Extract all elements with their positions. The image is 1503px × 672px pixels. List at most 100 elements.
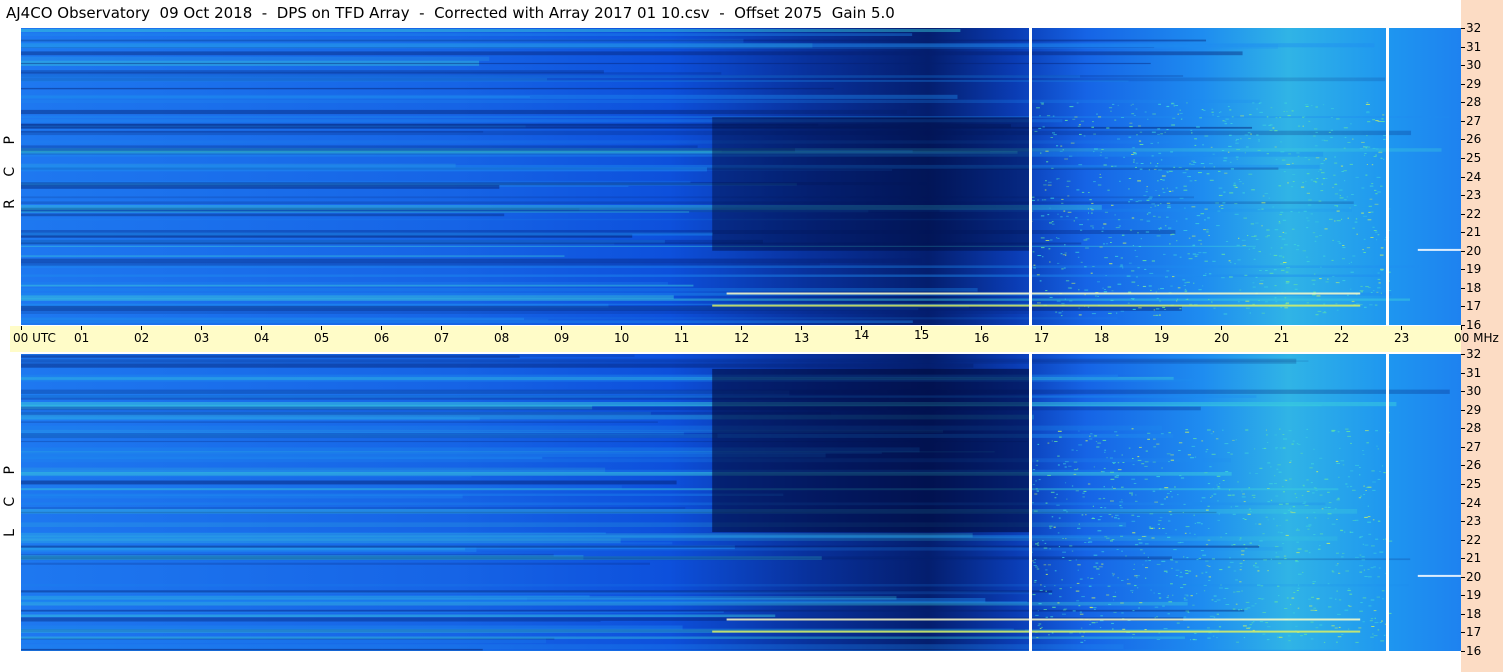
signal-speckle	[1162, 605, 1165, 607]
signal-speckle	[1274, 546, 1279, 548]
signal-speckle	[1229, 192, 1234, 194]
signal-speckle	[1162, 191, 1166, 193]
signal-speckle	[1129, 122, 1133, 124]
signal-speckle	[1155, 314, 1159, 316]
signal-speckle	[1366, 164, 1368, 165]
signal-speckle	[1278, 255, 1283, 257]
y-tick-label: 26	[1466, 132, 1482, 147]
signal-speckle	[1106, 243, 1108, 245]
signal-speckle	[1248, 248, 1250, 250]
signal-speckle	[1229, 276, 1233, 278]
signal-speckle	[1138, 125, 1141, 127]
signal-speckle	[1223, 160, 1227, 162]
x-tick-label: 12	[734, 331, 750, 345]
signal-speckle	[1078, 307, 1080, 309]
signal-speckle	[1359, 610, 1363, 612]
signal-speckle	[1091, 212, 1093, 214]
signal-speckle	[1379, 254, 1384, 256]
signal-speckle	[1267, 235, 1270, 237]
signal-speckle	[1335, 598, 1337, 600]
signal-speckle	[1035, 566, 1039, 568]
signal-speckle	[1133, 152, 1137, 154]
signal-speckle	[1051, 167, 1054, 169]
signal-speckle	[1191, 445, 1196, 447]
signal-speckle	[1293, 244, 1297, 246]
signal-speckle	[1177, 113, 1179, 115]
signal-speckle	[1049, 222, 1053, 224]
signal-speckle	[1261, 312, 1265, 314]
signal-speckle	[1315, 131, 1318, 133]
signal-speckle	[1137, 285, 1139, 286]
signal-speckle	[1235, 156, 1239, 158]
frequency-band	[21, 433, 718, 439]
signal-speckle	[1160, 179, 1163, 180]
signal-speckle	[1252, 102, 1255, 104]
signal-speckle	[1372, 519, 1375, 521]
signal-speckle	[1207, 539, 1211, 541]
frequency-band	[21, 317, 525, 321]
signal-speckle	[1278, 222, 1281, 224]
y-tick-mark	[1461, 250, 1465, 252]
data-gap-line	[1386, 28, 1389, 325]
signal-speckle	[1152, 490, 1156, 492]
frequency-band	[21, 596, 897, 600]
signal-speckle	[1185, 610, 1190, 612]
signal-speckle	[1045, 616, 1048, 618]
x-tick-label: 15	[914, 328, 930, 342]
signal-speckle	[1258, 545, 1260, 546]
signal-speckle	[1350, 470, 1354, 472]
y-tick-mark	[1461, 372, 1465, 374]
signal-speckle	[1268, 197, 1270, 199]
signal-speckle	[1146, 199, 1150, 201]
signal-speckle	[1114, 476, 1117, 477]
signal-speckle	[1183, 185, 1187, 187]
signal-speckle	[1150, 589, 1152, 591]
signal-speckle	[1052, 606, 1056, 608]
signal-speckle	[1179, 576, 1183, 578]
signal-speckle	[1070, 142, 1075, 144]
signal-speckle	[1067, 211, 1072, 213]
signal-speckle	[1080, 627, 1083, 629]
signal-speckle	[1161, 467, 1163, 469]
signal-speckle	[1176, 300, 1178, 302]
signal-speckle	[1252, 286, 1256, 288]
signal-speckle	[1121, 499, 1123, 501]
signal-speckle	[1156, 235, 1161, 237]
signal-speckle	[1355, 641, 1359, 643]
signal-speckle	[1274, 285, 1277, 287]
signal-speckle	[1364, 153, 1367, 154]
x-tick-mark	[261, 326, 262, 330]
signal-speckle	[1056, 178, 1058, 180]
signal-speckle	[1153, 438, 1156, 440]
signal-speckle	[1340, 460, 1345, 462]
signal-speckle	[1245, 547, 1248, 549]
signal-speckle	[1093, 608, 1096, 610]
signal-speckle	[1144, 577, 1147, 579]
signal-speckle	[1203, 584, 1207, 586]
signal-speckle	[1277, 585, 1280, 587]
signal-speckle	[1219, 569, 1223, 571]
y-tick-label: 27	[1466, 439, 1482, 454]
signal-speckle	[1309, 526, 1311, 527]
signal-speckle	[1331, 429, 1336, 431]
signal-speckle	[1121, 612, 1124, 614]
y-tick-label: 31	[1466, 39, 1482, 54]
signal-speckle	[1108, 237, 1112, 238]
signal-speckle	[1298, 211, 1300, 213]
signal-speckle	[1230, 453, 1233, 455]
signal-speckle	[1135, 500, 1138, 502]
signal-speckle	[1179, 112, 1183, 114]
signal-speckle	[1182, 279, 1186, 281]
interference-line	[1417, 248, 1461, 251]
signal-speckle	[1156, 476, 1160, 478]
signal-speckle	[1061, 579, 1063, 581]
signal-speckle	[1080, 641, 1084, 643]
signal-speckle	[1190, 457, 1194, 459]
signal-speckle	[1379, 622, 1382, 623]
signal-speckle	[1196, 215, 1201, 217]
signal-speckle	[1350, 123, 1352, 125]
signal-speckle	[1050, 616, 1054, 618]
signal-speckle	[1153, 309, 1156, 311]
signal-speckle	[1337, 431, 1340, 433]
signal-speckle	[1033, 264, 1036, 266]
